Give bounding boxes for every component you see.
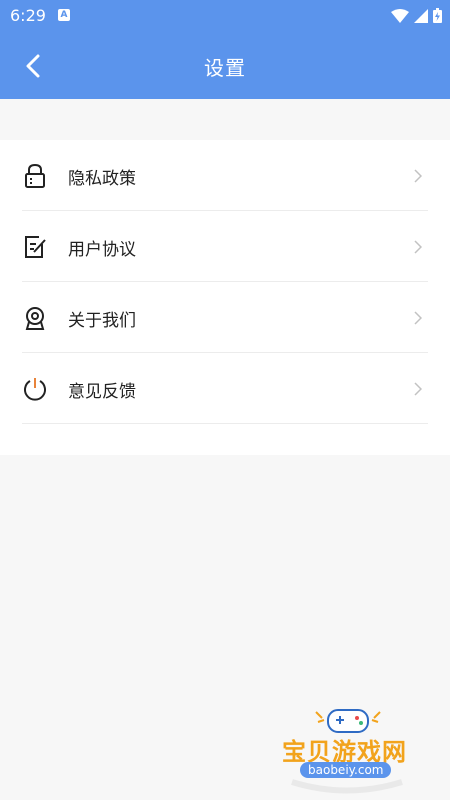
about-badge-icon <box>25 307 45 330</box>
menu-item-label: 用户协议 <box>68 240 136 260</box>
watermark-logo: 宝贝游戏网 baobeiy.com <box>272 704 422 794</box>
document-edit-icon <box>25 236 46 258</box>
chevron-right-icon <box>414 240 422 254</box>
menu-item-label: 意见反馈 <box>68 382 136 402</box>
notification-icon: A <box>58 9 70 21</box>
menu-item-label: 隐私政策 <box>68 169 136 189</box>
status-time: 6:29 <box>10 6 46 25</box>
chevron-right-icon <box>414 169 422 183</box>
settings-list: 隐私政策 用户协议 关于我们 意见反馈 <box>0 140 450 455</box>
menu-item-user-agreement[interactable]: 用户协议 <box>22 211 428 282</box>
wifi-icon <box>391 8 409 23</box>
menu-item-label: 关于我们 <box>68 311 136 331</box>
app-header: 设置 <box>0 32 450 99</box>
menu-item-privacy-policy[interactable]: 隐私政策 <box>22 140 428 211</box>
menu-item-about-us[interactable]: 关于我们 <box>22 282 428 353</box>
menu-item-feedback[interactable]: 意见反馈 <box>22 353 428 424</box>
chevron-right-icon <box>414 382 422 396</box>
chevron-right-icon <box>414 311 422 325</box>
battery-icon <box>433 8 442 23</box>
power-icon <box>24 378 46 401</box>
page-title: 设置 <box>204 56 246 80</box>
lock-icon <box>25 163 45 188</box>
watermark-url: baobeiy.com <box>300 762 392 778</box>
status-icons <box>391 8 442 23</box>
status-bar: 6:29 A <box>0 0 450 32</box>
signal-icon <box>414 8 428 23</box>
